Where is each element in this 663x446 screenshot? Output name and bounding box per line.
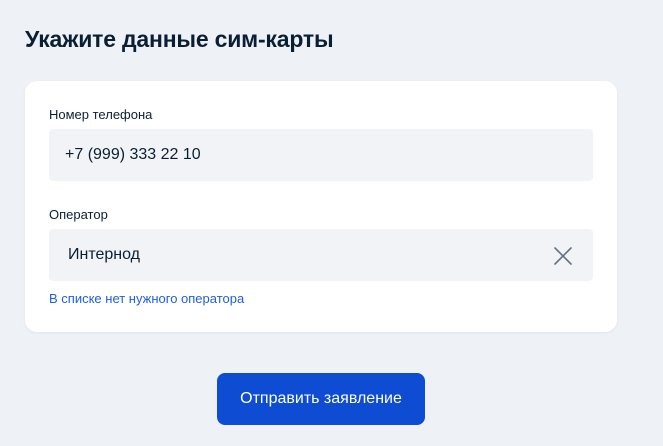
operator-label: Оператор xyxy=(49,207,108,222)
close-icon[interactable] xyxy=(552,245,574,267)
submit-button[interactable]: Отправить заявление xyxy=(217,373,425,425)
page-title: Укажите данные сим-карты xyxy=(25,26,334,52)
operator-input[interactable] xyxy=(49,229,593,281)
missing-operator-link[interactable]: В списке нет нужного оператора xyxy=(49,291,244,306)
page: Укажите данные сим-карты Номер телефона … xyxy=(0,0,663,446)
sim-card-form: Номер телефона Оператор В списке нет нуж… xyxy=(25,81,617,332)
phone-label: Номер телефона xyxy=(49,107,153,122)
phone-input[interactable] xyxy=(49,129,593,181)
